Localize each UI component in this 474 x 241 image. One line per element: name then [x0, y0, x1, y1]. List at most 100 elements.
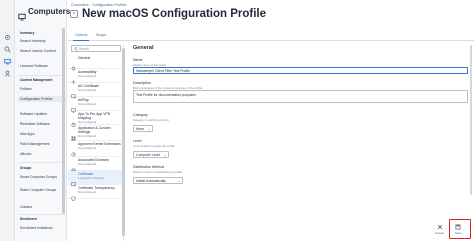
distribution-method-select[interactable]: Install Automatically ⌄ — [133, 177, 183, 184]
nav-divider — [18, 214, 65, 215]
active-tab-indicator — [73, 39, 89, 41]
payload-status: Not configured — [78, 73, 97, 78]
sidebar-item-software-updates[interactable]: Software Updates — [20, 112, 66, 116]
sidebar-nav: Computers Inventory Search Inventory Sea… — [15, 0, 71, 241]
payload-status: Not configured — [78, 133, 97, 138]
level-label: Level — [133, 139, 142, 143]
app-title: Computers — [28, 7, 71, 16]
category-select[interactable]: None ⌄ — [133, 125, 153, 132]
category-label: Category — [133, 113, 148, 117]
airplay-icon — [71, 100, 76, 113]
payload-status: Not configured — [78, 119, 97, 124]
nav-scrollbar[interactable] — [62, 28, 65, 214]
payload-item-airplay[interactable]: AirPlay Not configured — [68, 97, 124, 113]
payload-item-certificate-transparency[interactable]: Certificate Transparency Not configured — [68, 185, 124, 201]
payload-status: Not configured — [78, 101, 97, 106]
sidebar-item-smart-computer-groups[interactable]: Smart Computer Groups — [20, 175, 66, 179]
payload-status: Not configured — [78, 87, 97, 92]
icon-rail — [0, 0, 15, 241]
payload-status: 1 payload configured — [78, 175, 104, 180]
payload-item-accessibility[interactable]: Accessibility Not configured — [68, 69, 124, 85]
name-help: Display name of the profile — [133, 62, 167, 67]
sidebar-item-static-computer-groups[interactable]: Static Computer Groups — [20, 188, 66, 192]
name-label: Name — [133, 58, 143, 62]
payload-status: Not configured — [78, 145, 97, 150]
certificate-icon — [71, 86, 76, 99]
page-title: New macOS Configuration Profile — [82, 8, 267, 20]
page-scrollbar[interactable] — [470, 45, 472, 195]
distribution-method-help: Method to use for distributing the profi… — [133, 169, 183, 174]
distribution-method-value: Install Automatically — [136, 179, 166, 183]
people-icon[interactable] — [4, 70, 11, 77]
back-button[interactable]: ‹ — [70, 10, 78, 18]
payload-item-approved-kernel-extensions[interactable]: Approved Kernel Extensions Not configured — [68, 141, 124, 157]
breadcrumb-computers[interactable]: Computers — [71, 3, 89, 7]
nav-divider — [18, 75, 65, 76]
category-help: Category to add the profile to — [133, 117, 170, 122]
chevron-left-icon: ‹ — [73, 11, 75, 17]
tabs-divider — [68, 40, 474, 41]
description-label: Description — [133, 81, 151, 85]
certificate-icon — [71, 174, 76, 187]
nav-section-content-management: Content Management — [20, 78, 53, 82]
payload-label: App-To-Per-App VPN Mapping — [78, 112, 111, 120]
tab-options[interactable]: Options — [75, 33, 87, 37]
cancel-label: Cancel — [435, 231, 444, 235]
description-field[interactable]: Test Profile for documentation purposes — [133, 90, 468, 103]
payload-item-application-custom-settings[interactable]: Application & Custom Settings Not configu… — [68, 125, 124, 141]
chevron-down-icon: ⌄ — [147, 127, 151, 131]
gear-icon — [71, 58, 76, 71]
nav-section-inventory: Inventory — [20, 31, 35, 35]
chevron-down-icon: ⌄ — [163, 153, 167, 157]
cancel-button[interactable]: Cancel — [435, 224, 444, 235]
payload-item-general[interactable]: General — [68, 55, 124, 71]
payload-status: Not configured — [78, 189, 97, 194]
tab-scope[interactable]: Scope — [96, 33, 106, 37]
payload-list-scrollbar[interactable] — [122, 48, 125, 236]
payload-item-certificate[interactable]: Certificate 1 payload configured — [68, 171, 124, 187]
sidebar-item-ebooks[interactable]: eBooks — [20, 152, 66, 156]
payload-label: Application & Custom Settings — [78, 126, 111, 134]
search-icon — [74, 47, 78, 52]
save-button-highlight — [449, 219, 471, 239]
nav-section-groups: Groups — [20, 166, 32, 170]
payload-search-input[interactable]: Search — [71, 45, 121, 52]
nav-header: Computers — [15, 6, 71, 21]
name-field[interactable]: Netsweeper Client Filter Test Profile — [133, 67, 468, 74]
nav-section-enrollment: Enrollment — [20, 217, 37, 221]
devices-icon[interactable] — [4, 58, 11, 65]
sidebar-item-restricted-software[interactable]: Restricted Software — [20, 122, 66, 126]
payload-item-associated-domains[interactable]: Associated Domains Not configured — [68, 157, 124, 173]
sidebar-item-enrollment-invitations[interactable]: Enrollment Invitations — [20, 226, 66, 230]
search-icon[interactable] — [4, 46, 11, 53]
computer-icon — [18, 8, 26, 21]
level-value: Computer Level — [136, 153, 160, 157]
breadcrumb-separator: : — [89, 3, 90, 7]
description-help: Brief explanation of the content or purp… — [133, 85, 202, 90]
sidebar-item-patch-management[interactable]: Patch Management — [20, 142, 66, 146]
app-settings-icon — [71, 128, 76, 141]
payload-label: General — [78, 56, 91, 60]
payload-item-app-to-per-app-vpn-mapping[interactable]: App-To-Per-App VPN Mapping Not configured — [68, 111, 124, 127]
sidebar-item-classes[interactable]: Classes — [20, 205, 66, 209]
close-icon — [437, 224, 443, 230]
payload-item-ad-certificate[interactable]: AD Certificate Not configured — [68, 83, 124, 99]
search-placeholder: Search — [79, 47, 90, 51]
gear-icon[interactable] — [4, 34, 11, 41]
level-help: Level at which to apply the profile — [133, 143, 175, 148]
globe-icon — [71, 160, 76, 173]
payload-list: Search General Accessibility Not configur… — [68, 45, 124, 241]
nav-divider — [18, 162, 65, 163]
breadcrumb-current: Configuration Profiles — [92, 3, 127, 7]
sidebar-item-licensed-software[interactable]: Licensed Software — [20, 64, 66, 68]
payload-status: Not configured — [78, 161, 97, 166]
level-select[interactable]: Computer Level ⌄ — [133, 151, 169, 158]
distribution-method-label: Distribution Method — [133, 165, 164, 169]
sidebar-item-configuration-profiles[interactable]: Configuration Profiles — [18, 96, 66, 103]
sidebar-item-search-volume-content[interactable]: Search Volume Content — [20, 49, 66, 53]
sidebar-item-policies[interactable]: Policies — [20, 87, 66, 91]
sidebar-item-mac-apps[interactable]: Mac Apps — [20, 132, 66, 136]
sidebar-item-search-inventory[interactable]: Search Inventory — [20, 39, 66, 43]
accessibility-icon — [71, 72, 76, 85]
chevron-down-icon: ⌄ — [177, 179, 181, 183]
